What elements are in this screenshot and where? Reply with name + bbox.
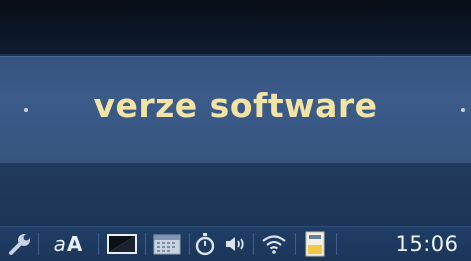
- device-screen: verze software aA 15:06: [0, 0, 471, 261]
- taskbar-separator: [189, 233, 190, 255]
- taskbar-separator: [295, 233, 296, 255]
- taskbar: aA 15:06: [0, 226, 471, 261]
- top-area: [0, 0, 471, 54]
- taskbar-separator: [145, 233, 146, 255]
- volume-icon[interactable]: [222, 231, 250, 257]
- timer-icon[interactable]: [192, 231, 218, 257]
- brightness-icon[interactable]: [102, 231, 142, 257]
- wrench-icon[interactable]: [4, 231, 36, 257]
- software-version-banner[interactable]: verze software: [0, 56, 471, 164]
- content-area: [0, 164, 471, 226]
- font-size-icon[interactable]: aA: [42, 231, 94, 257]
- battery-icon[interactable]: [300, 231, 330, 257]
- banner-title: verze software: [93, 86, 378, 125]
- taskbar-separator: [253, 233, 254, 255]
- taskbar-separator: [38, 233, 39, 255]
- clock: 15:06: [395, 232, 459, 256]
- taskbar-separator: [336, 233, 337, 255]
- font-size-big-letter: A: [66, 232, 83, 256]
- wifi-icon[interactable]: [257, 231, 291, 257]
- taskbar-separator: [98, 233, 99, 255]
- font-size-small-letter: a: [53, 232, 66, 256]
- banner-right-dot: [461, 108, 465, 112]
- calendar-icon[interactable]: [148, 231, 186, 257]
